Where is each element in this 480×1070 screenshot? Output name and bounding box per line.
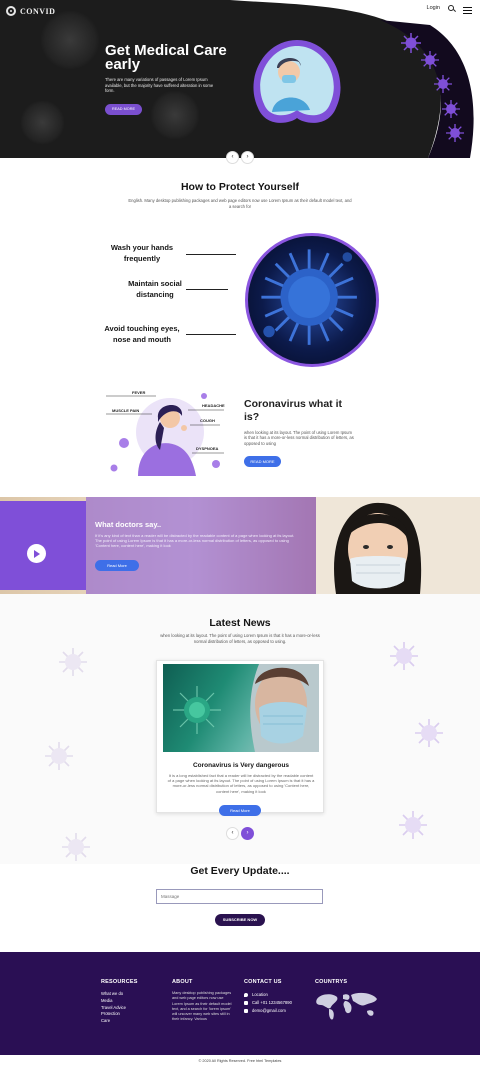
virus-icon — [62, 833, 90, 861]
symptom-label: DYSPNOEA — [196, 446, 219, 451]
hero-description: There are many variations of passages of… — [105, 77, 214, 93]
footer-contact: CONTACT US Location Call +01 1234567890 … — [244, 979, 292, 1015]
virus-icon — [45, 742, 73, 770]
doctors-title: What doctors say.. — [95, 520, 162, 529]
virus-icon — [415, 719, 443, 747]
doctors-read-more-button[interactable]: Read More — [95, 560, 139, 571]
masked-girl-photo — [316, 497, 480, 594]
coronavirus-text: when looking at its layout. The point of… — [244, 430, 354, 446]
hero-title: Get Medical Care early — [105, 42, 227, 73]
symptom-label: COUGH — [200, 418, 215, 423]
sick-person-illustration — [106, 393, 224, 476]
virus-icon — [59, 648, 87, 676]
divider-line — [186, 289, 228, 290]
protect-item-avoid-touching: Avoid touching eyes, nose and mouth — [104, 324, 180, 344]
subscribe-title: Get Every Update.... — [190, 865, 290, 877]
news-read-more-button[interactable]: Read More — [219, 805, 261, 816]
brand-name: CONVID — [20, 6, 56, 16]
footer-link[interactable]: Protection — [101, 1011, 138, 1018]
virus-icon — [421, 51, 439, 69]
play-video-button[interactable] — [27, 544, 46, 563]
subscribe-button[interactable]: SUBSCRIBE NOW — [215, 914, 265, 926]
footer-email[interactable]: demo@gmail.com — [244, 1007, 292, 1015]
virus-icon — [442, 100, 460, 118]
footer-heading: ABOUT — [172, 979, 193, 985]
symptom-label: HEADACHE — [202, 403, 225, 408]
next-slide-button[interactable]: › — [241, 151, 254, 164]
hero-read-more-button[interactable]: READ MORE — [105, 104, 142, 115]
message-input[interactable] — [156, 889, 323, 904]
protect-subtitle: English. Many desktop publishing package… — [128, 198, 352, 209]
news-card-text: It is a long established fact that a rea… — [167, 773, 315, 794]
footer-heading: CONTACT US — [244, 979, 282, 985]
footer-link[interactable]: Travel Advice — [101, 1005, 138, 1012]
search-icon[interactable] — [448, 5, 454, 11]
symptom-label: FEVER — [132, 390, 146, 395]
protect-title: How to Protect Yourself — [180, 181, 300, 193]
news-title: Latest News — [209, 617, 271, 629]
news-card-title: Coronavirus is Very dangerous — [192, 762, 290, 769]
virus-icon — [390, 642, 418, 670]
news-card-image — [163, 664, 319, 752]
hero-white-curve — [190, 0, 480, 158]
virus-icon — [399, 811, 427, 839]
footer-about-text: Many desktop publishing packages and web… — [172, 991, 232, 1022]
hero-section: CONVID Login Get Medical Care early Ther… — [0, 0, 480, 158]
footer-link[interactable]: What we do — [101, 991, 138, 998]
protect-item-wash-hands: Wash your hands frequently — [110, 243, 174, 263]
news-card: Coronavirus is Very dangerous It is a lo… — [156, 660, 324, 813]
divider-line — [186, 334, 236, 335]
coronavirus-image — [245, 233, 379, 367]
symptom-label: MUSCLE PAIN — [112, 408, 140, 413]
doctor-illustration — [253, 40, 341, 123]
doctors-text: If it's any kind of text than a reader w… — [95, 533, 295, 549]
world-map-icon — [316, 992, 377, 1020]
virus-icon — [401, 33, 421, 53]
masked-woman-photo — [173, 664, 319, 752]
virus-icon — [446, 124, 464, 142]
footer-heading: COUNTRYS — [315, 979, 348, 985]
copyright-text: © 2020 All Rights Reserved. Free html Te… — [198, 1059, 282, 1063]
previous-news-button[interactable]: ‹ — [226, 827, 239, 840]
news-slider-controls: ‹ › — [226, 827, 254, 840]
news-subtitle: when looking at its layout. The point of… — [160, 633, 320, 644]
coronavirus-icon — [261, 249, 357, 345]
virus-icon — [434, 75, 452, 93]
top-nav: Login — [427, 5, 454, 11]
email-text: demo@gmail.com — [252, 1008, 286, 1013]
footer-resources: RESOURCES What we do Media Travel Advice… — [101, 979, 138, 1025]
location-icon — [244, 993, 248, 997]
footer-about: ABOUT Many desktop publishing packages a… — [172, 979, 234, 1023]
footer-link[interactable]: Media — [101, 998, 138, 1005]
location-text: Location — [252, 992, 268, 997]
hamburger-menu-icon[interactable] — [463, 7, 472, 16]
next-news-button[interactable]: › — [241, 827, 254, 840]
previous-slide-button[interactable]: ‹ — [226, 151, 239, 164]
divider-line — [186, 254, 236, 255]
hero-slider-controls: ‹ › — [226, 151, 254, 164]
logo-icon — [6, 6, 16, 16]
symptoms-illustration: FEVER HEADACHE MUSCLE PAIN COUGH DYSPNOE… — [104, 388, 232, 476]
footer-location[interactable]: Location — [244, 991, 292, 999]
coronavirus-read-more-button[interactable]: READ MORE — [244, 456, 281, 467]
brand-logo[interactable]: CONVID — [6, 6, 55, 16]
coronavirus-title: Coronavirus what it is? — [244, 398, 343, 423]
phone-text: Call +01 1234567890 — [252, 1000, 292, 1005]
footer-phone[interactable]: Call +01 1234567890 — [244, 999, 292, 1007]
mail-icon — [244, 1009, 248, 1013]
video-panel — [0, 501, 86, 590]
phone-icon — [244, 1001, 248, 1005]
footer-link[interactable]: Care — [101, 1018, 138, 1025]
login-link[interactable]: Login — [427, 5, 440, 11]
footer-heading: RESOURCES — [101, 979, 138, 985]
footer — [0, 952, 480, 1055]
footer-countrys: COUNTRYS — [315, 979, 379, 1026]
